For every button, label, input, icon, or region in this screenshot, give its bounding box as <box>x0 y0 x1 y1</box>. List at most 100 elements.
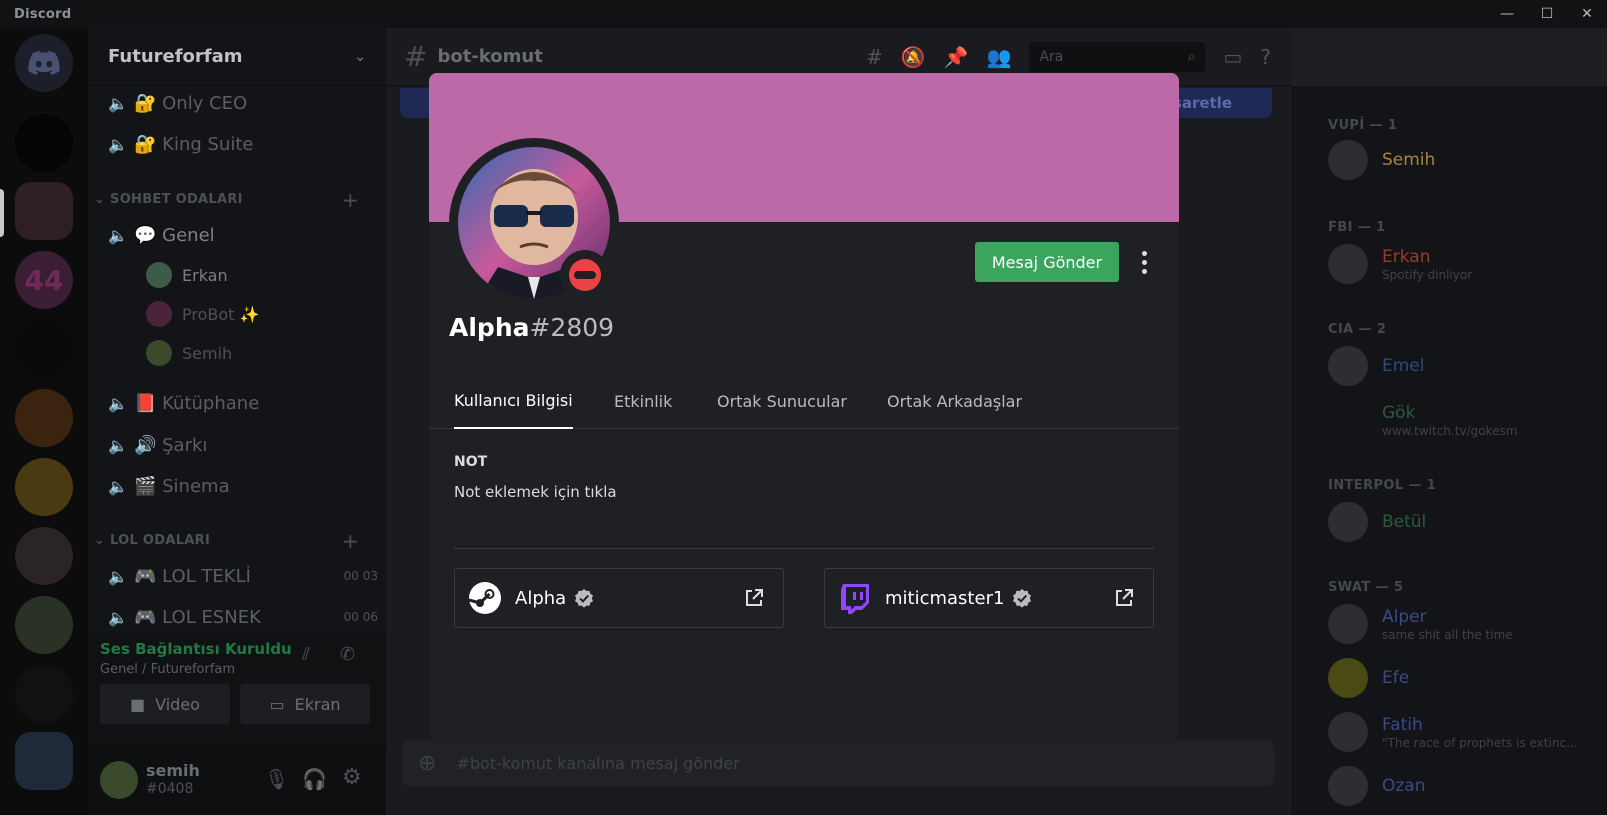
user-tag: #0408 <box>146 781 194 797</box>
speaker-icon: 🔈 <box>108 93 128 113</box>
voice-channel[interactable]: 🔈 🎬 Sinema <box>108 471 230 501</box>
server-icon[interactable] <box>15 114 73 172</box>
external-link-icon[interactable] <box>743 587 765 609</box>
add-channel-icon[interactable]: + <box>342 529 359 553</box>
tab-activity[interactable]: Etkinlik <box>614 373 672 429</box>
notification-bell-icon[interactable]: 🔕 <box>901 45 926 69</box>
voice-channel[interactable]: 🔈 📕 Kütüphane <box>108 388 259 418</box>
voice-channel[interactable]: 🔈 🔐 King Suite <box>108 129 253 159</box>
tab-mutual-friends[interactable]: Ortak Arkadaşlar <box>887 373 1022 429</box>
message-input[interactable]: ⊕ #bot-komut kanalına mesaj gönder <box>402 740 1274 786</box>
member-list-icon[interactable]: 👥 <box>987 45 1012 69</box>
app-title: Discord <box>14 6 72 22</box>
server-folder[interactable] <box>15 732 73 790</box>
search-icon: ⌕ <box>1187 49 1196 65</box>
voice-channel[interactable]: 🔈 🎮 LOL ESNEK 00 06 <box>108 602 378 632</box>
avatar <box>1328 766 1368 806</box>
member-item[interactable]: Semih <box>1328 138 1435 182</box>
speaker-icon: 🔈 <box>108 566 128 586</box>
help-icon[interactable]: ? <box>1260 45 1271 69</box>
channel-name: bot-komut <box>437 46 543 67</box>
home-button[interactable] <box>15 34 73 92</box>
server-icon[interactable] <box>15 458 73 516</box>
server-icon[interactable] <box>15 320 73 378</box>
connection-twitch[interactable]: miticmaster1 <box>824 568 1154 628</box>
connection-name: miticmaster1 <box>885 587 1005 609</box>
avatar <box>146 301 172 327</box>
noise-suppression-icon[interactable]: ⫽ <box>302 644 310 665</box>
avatar[interactable] <box>100 761 138 799</box>
member-item[interactable]: Erkan Spotify dinliyor <box>1328 242 1472 286</box>
category-header[interactable]: ⌄ SOHBET ODALARI <box>94 192 243 207</box>
member-group-title: CIA — 2 <box>1328 322 1387 337</box>
maximize-button[interactable]: ☐ <box>1527 0 1567 28</box>
user-profile-modal: Mesaj Gönder Alpha#2809 Kullanıcı Bilgis… <box>429 73 1179 743</box>
speaker-icon: 🔈 <box>108 393 128 413</box>
dnd-status-icon <box>560 250 610 300</box>
member-item[interactable]: Betül <box>1328 500 1426 544</box>
add-channel-icon[interactable]: + <box>342 188 359 212</box>
member-group-title: VUPİ — 1 <box>1328 118 1398 133</box>
minimize-button[interactable]: — <box>1487 0 1527 28</box>
close-button[interactable]: ✕ <box>1567 0 1607 28</box>
user-panel: semih #0408 🎙 🎧 ⚙ <box>88 747 386 815</box>
voice-member[interactable]: ProBot ✨ <box>146 296 259 332</box>
server-header[interactable]: Futureforfam ⌄ <box>88 28 386 86</box>
discord-logo-icon <box>28 51 60 75</box>
member-group-title: INTERPOL — 1 <box>1328 478 1437 493</box>
note-input[interactable]: Not eklemek için tıkla <box>454 483 617 501</box>
server-icon[interactable] <box>15 389 73 447</box>
avatar <box>1328 502 1368 542</box>
server-icon[interactable] <box>15 596 73 654</box>
search-input[interactable]: Ara ⌕ <box>1029 42 1206 72</box>
more-options-icon[interactable] <box>1129 242 1159 282</box>
server-icon[interactable] <box>15 527 73 585</box>
profile-username: Alpha#2809 <box>449 313 615 342</box>
category-header[interactable]: ⌄ LOL ODALARI <box>94 533 210 548</box>
voice-channel[interactable]: 🔈 🔊 Şarkı <box>108 430 207 460</box>
avatar <box>1328 346 1368 386</box>
threads-icon[interactable]: # <box>866 45 883 69</box>
selected-server-indicator <box>0 189 4 237</box>
member-group-title: SWAT — 5 <box>1328 580 1404 595</box>
voice-member[interactable]: Semih <box>146 335 232 371</box>
add-attachment-icon[interactable]: ⊕ <box>418 751 436 776</box>
screen-share-button[interactable]: ▭ Ekran <box>240 684 370 724</box>
server-icon-selected[interactable] <box>15 182 73 240</box>
connection-steam[interactable]: Alpha <box>454 568 784 628</box>
avatar <box>146 262 172 288</box>
note-title: NOT <box>454 454 488 470</box>
send-message-button[interactable]: Mesaj Gönder <box>975 242 1119 282</box>
server-name: Futureforfam <box>108 46 243 67</box>
member-item[interactable]: Emel <box>1328 344 1424 388</box>
server-icon[interactable] <box>15 665 73 723</box>
settings-gear-icon[interactable]: ⚙ <box>342 765 362 790</box>
tab-mutual-servers[interactable]: Ortak Sunucular <box>717 373 847 429</box>
member-item[interactable]: Alper same shit all the time <box>1328 602 1513 646</box>
voice-channel-general[interactable]: 🔈 💬 Genel <box>108 220 215 250</box>
avatar <box>146 340 172 366</box>
verified-icon <box>1013 589 1032 608</box>
voice-member[interactable]: Erkan <box>146 257 228 293</box>
avatar <box>1328 604 1368 644</box>
external-link-icon[interactable] <box>1113 587 1135 609</box>
headphones-icon[interactable]: 🎧 <box>302 767 327 791</box>
member-item[interactable]: Ozan <box>1328 764 1426 808</box>
voice-channel[interactable]: 🔈 🎮 LOL TEKLİ 00 03 <box>108 561 378 591</box>
member-item[interactable]: Fatih "The race of prophets is extinc... <box>1328 710 1577 754</box>
camera-icon: ■ <box>130 694 146 714</box>
pin-icon[interactable]: 📌 <box>944 45 969 69</box>
member-list: VUPİ — 1 Semih FBI — 1 Erkan Spotify dinl… <box>1291 86 1607 815</box>
screen-share-icon: ▭ <box>269 694 285 714</box>
profile-avatar-frame <box>449 138 619 308</box>
disconnect-icon[interactable]: ✆ <box>340 644 355 665</box>
microphone-icon[interactable]: 🎙 <box>264 767 289 791</box>
tab-user-info[interactable]: Kullanıcı Bilgisi <box>454 373 573 429</box>
inbox-icon[interactable]: ▭ <box>1223 45 1242 69</box>
member-item[interactable]: Gök www.twitch.tv/gokesm <box>1328 398 1517 442</box>
member-item[interactable]: Efe <box>1328 656 1409 700</box>
server-icon[interactable]: 44 <box>15 251 73 309</box>
video-button[interactable]: ■ Video <box>100 684 230 724</box>
voice-channel[interactable]: 🔈 🔐 Only CEO <box>108 88 247 118</box>
avatar <box>1328 658 1368 698</box>
